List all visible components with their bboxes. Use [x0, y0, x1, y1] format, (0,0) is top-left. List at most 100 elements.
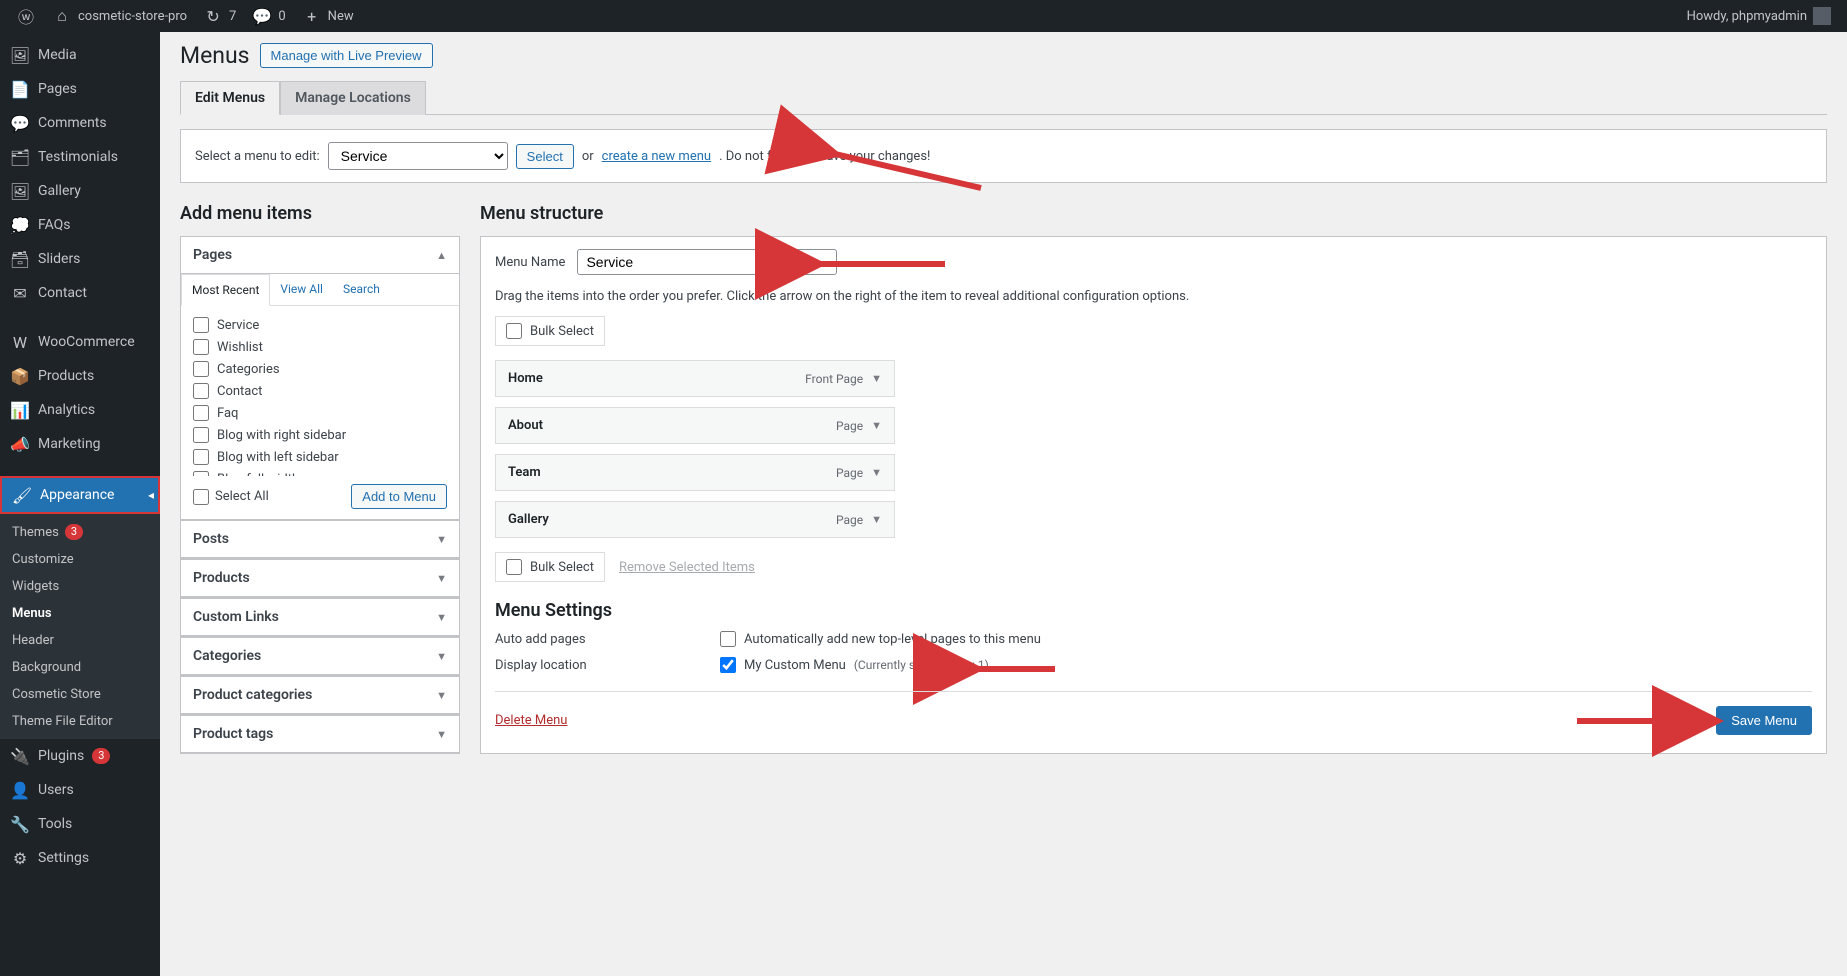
sidebar-item-gallery[interactable]: 🖼Gallery [0, 174, 160, 208]
sidebar-item-testimonials[interactable]: 🗂Testimonials [0, 140, 160, 174]
select-all-checkbox[interactable] [193, 489, 209, 505]
sidebar-item-tools[interactable]: 🔧Tools [0, 807, 160, 841]
page-checkbox[interactable] [193, 405, 209, 421]
page-checkbox[interactable] [193, 427, 209, 443]
sidebar-sub-customize[interactable]: Customize [0, 546, 160, 573]
sidebar-item-users[interactable]: 👤Users [0, 773, 160, 807]
toolbar-left: ⓦ ⌂cosmetic-store-pro ↻7 💬0 +New [8, 0, 362, 32]
menu-name-input[interactable] [577, 249, 837, 275]
metabox-toggle[interactable]: Products▼ [181, 560, 459, 597]
menu-item-type: Page [836, 466, 863, 480]
tab-most-recent[interactable]: Most Recent [181, 274, 270, 306]
site-name[interactable]: ⌂cosmetic-store-pro [44, 0, 195, 32]
bulk-select-top[interactable]: Bulk Select [495, 316, 605, 346]
sidebar-item-woocommerce[interactable]: WWooCommerce [0, 325, 160, 359]
sidebar-sub-theme-file-editor[interactable]: Theme File Editor [0, 708, 160, 735]
sliders-icon: 🗃 [10, 249, 30, 269]
refresh-icon: ↻ [203, 6, 223, 26]
main-content: Menus Manage with Live Preview Edit Menu… [160, 32, 1847, 976]
sidebar-item-analytics[interactable]: 📊Analytics [0, 393, 160, 427]
wp-logo[interactable]: ⓦ [8, 0, 44, 32]
page-checkbox-item[interactable]: Blog with left sidebar [193, 446, 447, 468]
tab-manage-locations[interactable]: Manage Locations [280, 81, 426, 115]
page-checkbox-item[interactable]: Faq [193, 402, 447, 424]
metabox-products: Products▼ [180, 559, 460, 598]
new-content[interactable]: +New [294, 0, 362, 32]
sidebar-item-settings[interactable]: ⚙Settings [0, 841, 160, 875]
plugins-icon: 🔌 [10, 746, 30, 766]
comments[interactable]: 💬0 [244, 0, 293, 32]
add-to-menu-button[interactable]: Add to Menu [351, 484, 447, 509]
metabox-toggle[interactable]: Pages▲ [181, 237, 459, 274]
updates[interactable]: ↻7 [195, 0, 244, 32]
menu-item[interactable]: AboutPage▼ [495, 407, 895, 444]
page-checkbox[interactable] [193, 471, 209, 476]
marketing-icon: 📣 [10, 434, 30, 454]
page-checkbox-item[interactable]: Contact [193, 380, 447, 402]
delete-menu-link[interactable]: Delete Menu [495, 713, 567, 728]
save-menu-button[interactable]: Save Menu [1716, 706, 1812, 735]
sidebar-item-appearance[interactable]: 🖌Appearance [0, 476, 160, 514]
pages-checklist[interactable]: ServiceWishlistCategoriesContactFaqBlog … [181, 306, 459, 476]
sidebar-item-contact[interactable]: ✉Contact [0, 276, 160, 310]
page-checkbox[interactable] [193, 383, 209, 399]
tab-search[interactable]: Search [333, 274, 390, 305]
sidebar-item-marketing[interactable]: 📣Marketing [0, 427, 160, 461]
display-location-checkbox[interactable] [720, 657, 736, 673]
page-checkbox[interactable] [193, 339, 209, 355]
page-checkbox-item[interactable]: Service [193, 314, 447, 336]
page-checkbox[interactable] [193, 449, 209, 465]
bulk-checkbox[interactable] [506, 323, 522, 339]
tab-view-all[interactable]: View All [270, 274, 333, 305]
menu-item[interactable]: Team Page ▼ [495, 454, 895, 491]
structure-heading: Menu structure [480, 203, 1827, 224]
metabox-toggle[interactable]: Product categories▼ [181, 677, 459, 714]
sidebar-sub-background[interactable]: Background [0, 654, 160, 681]
chevron-down-icon[interactable]: ▼ [871, 419, 882, 432]
page-checkbox[interactable] [193, 361, 209, 377]
chevron-down-icon: ▼ [436, 611, 447, 624]
page-checkbox-item[interactable]: Blog full width [193, 468, 447, 476]
sidebar-item-media[interactable]: 🖼Media [0, 38, 160, 72]
toolbar-right[interactable]: Howdy, phpmyadmin [1687, 7, 1839, 25]
sidebar-item-sliders[interactable]: 🗃Sliders [0, 242, 160, 276]
page-checkbox-item[interactable]: Wishlist [193, 336, 447, 358]
metabox-toggle[interactable]: Posts▼ [181, 521, 459, 558]
settings-icon: ⚙ [10, 848, 30, 868]
sidebar-sub-header[interactable]: Header [0, 627, 160, 654]
sidebar-item-products[interactable]: 📦Products [0, 359, 160, 393]
menu-item-title: Team [508, 465, 541, 480]
page-checkbox-item[interactable]: Blog with right sidebar [193, 424, 447, 446]
sidebar-sub-widgets[interactable]: Widgets [0, 573, 160, 600]
chevron-down-icon: ▼ [436, 689, 447, 702]
chevron-down-icon[interactable]: ▼ [871, 513, 882, 526]
metabox-toggle[interactable]: Categories▼ [181, 638, 459, 675]
sidebar-sub-menus[interactable]: Menus [0, 600, 160, 627]
sidebar-item-plugins[interactable]: 🔌Plugins3 [0, 739, 160, 773]
chevron-down-icon[interactable]: ▼ [871, 466, 882, 479]
sidebar-sub-themes[interactable]: Themes3 [0, 518, 160, 546]
auto-add-checkbox[interactable] [720, 631, 736, 647]
metabox-toggle[interactable]: Product tags▼ [181, 716, 459, 753]
select-all[interactable]: Select All [193, 489, 269, 505]
chevron-down-icon[interactable]: ▼ [871, 372, 882, 385]
page-checkbox[interactable] [193, 317, 209, 333]
sidebar-item-pages[interactable]: 📄Pages [0, 72, 160, 106]
menu-item[interactable]: GalleryPage▼ [495, 501, 895, 538]
reminder-text: . Do not forget to save your changes! [719, 149, 930, 164]
sidebar-item-faqs[interactable]: 💭FAQs [0, 208, 160, 242]
products-icon: 📦 [10, 366, 30, 386]
tab-edit-menus[interactable]: Edit Menus [180, 81, 280, 115]
live-preview-button[interactable]: Manage with Live Preview [260, 43, 433, 68]
metabox-toggle[interactable]: Custom Links▼ [181, 599, 459, 636]
sidebar-sub-cosmetic-store[interactable]: Cosmetic Store [0, 681, 160, 708]
sidebar-item-comments[interactable]: 💬Comments [0, 106, 160, 140]
create-menu-link[interactable]: create a new menu [602, 149, 711, 164]
menu-item[interactable]: HomeFront Page▼ [495, 360, 895, 397]
menu-select[interactable]: Service [328, 142, 508, 170]
bulk-checkbox[interactable] [506, 559, 522, 575]
page-checkbox-item[interactable]: Categories [193, 358, 447, 380]
select-button[interactable]: Select [516, 144, 574, 169]
users-icon: 👤 [10, 780, 30, 800]
bulk-select-bottom[interactable]: Bulk Select [495, 552, 605, 582]
